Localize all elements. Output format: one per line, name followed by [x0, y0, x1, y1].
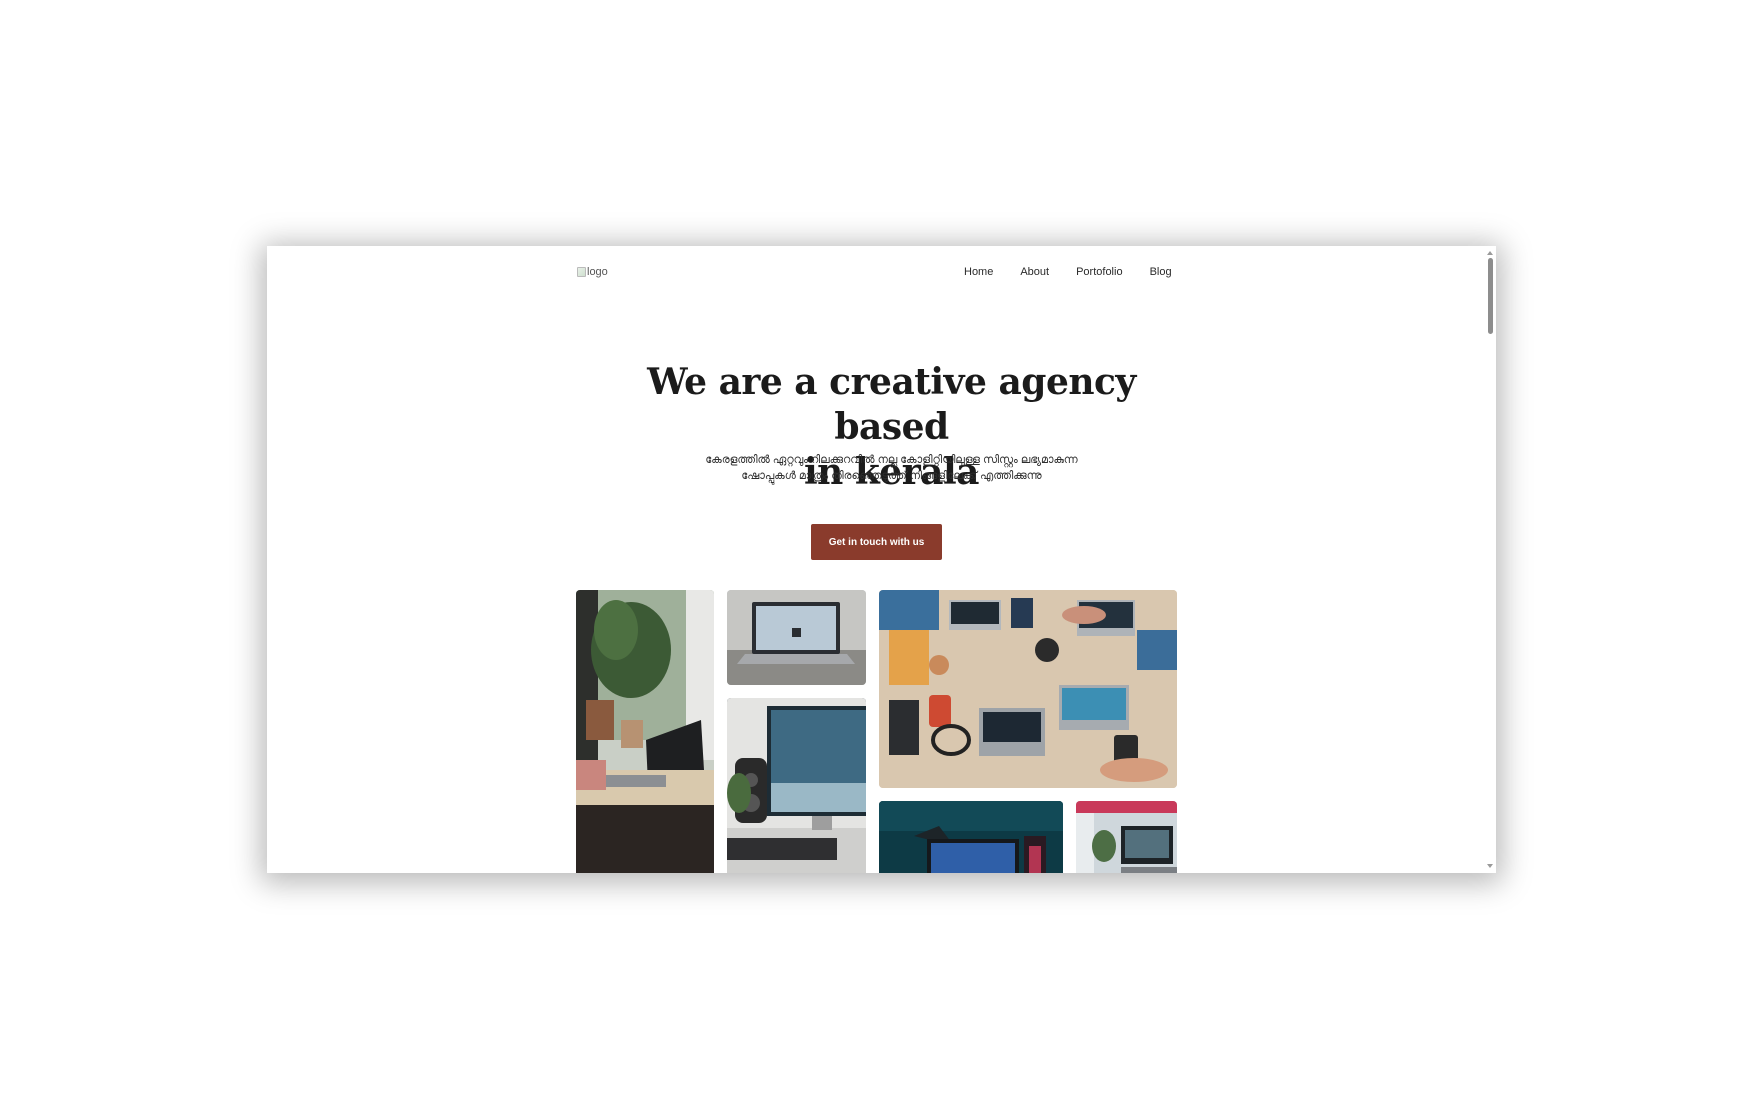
- scroll-up-arrow-icon[interactable]: [1487, 251, 1493, 255]
- gallery-image-desk-setup: [1076, 801, 1177, 873]
- gallery-image-gaming-pc: [879, 801, 1063, 873]
- browser-window: logo Home About Portofolio Blog We are a…: [267, 246, 1496, 873]
- nav-home-link[interactable]: Home: [964, 266, 993, 278]
- nav-about-link[interactable]: About: [1020, 266, 1049, 278]
- broken-image-icon: [577, 267, 586, 277]
- gallery-image-laptop: [727, 590, 866, 685]
- vertical-scrollbar[interactable]: [1484, 246, 1496, 873]
- scrollbar-thumb[interactable]: [1488, 258, 1493, 334]
- main-nav: Home About Portofolio Blog: [964, 266, 1172, 278]
- hero-title-line1: We are a creative agency based: [647, 361, 1136, 448]
- scroll-down-arrow-icon[interactable]: [1487, 864, 1493, 868]
- nav-portfolio-link[interactable]: Portofolio: [1076, 266, 1122, 278]
- hero-subtitle-line1: കേരളത്തിൽ ഏറ്റവും റിലക്കുറവിൽ നല്ല കോളിറ…: [705, 454, 1078, 466]
- hero-subtitle-line2: ഷോപ്പുകൾ മാത്രം തിരഞ്ഞെടുത്ത് നിങ്ങളിലേക…: [741, 470, 1042, 482]
- logo-alt-text: logo: [587, 266, 608, 278]
- nav-blog-link[interactable]: Blog: [1150, 266, 1172, 278]
- hero-subtitle: കേരളത്തിൽ ഏറ്റവും റിലക്കുറവിൽ നല്ല കോളിറ…: [637, 452, 1146, 484]
- logo[interactable]: logo: [577, 266, 608, 278]
- gallery-image-monitor: [727, 698, 866, 873]
- get-in-touch-button[interactable]: Get in touch with us: [811, 524, 942, 560]
- gallery-image-team-laptops: [879, 590, 1177, 788]
- gallery-image-desk-plants: [576, 590, 714, 873]
